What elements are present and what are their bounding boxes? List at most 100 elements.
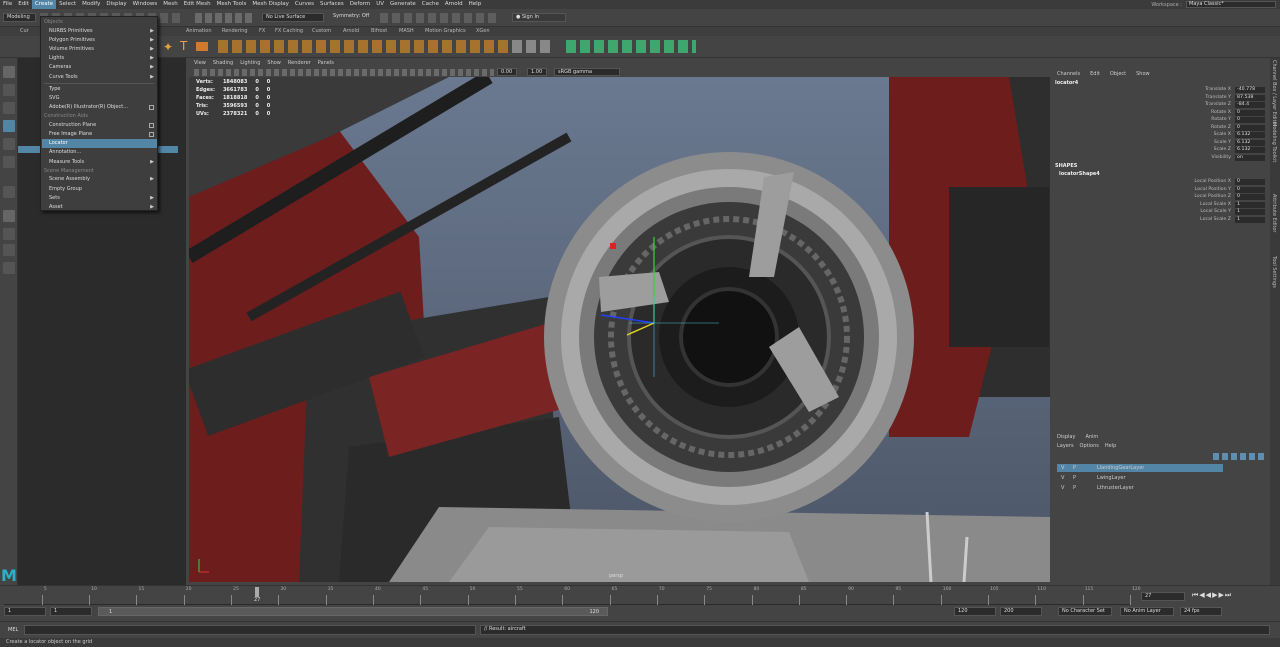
viewport-3d[interactable]: persp (189, 77, 1050, 582)
attribute-name[interactable]: Local Scale Y (1173, 209, 1231, 214)
live-surface-field[interactable]: No Live Surface (262, 13, 324, 22)
layer-tab-display[interactable]: Display (1057, 434, 1075, 440)
attribute-value[interactable]: 6.132 (1235, 147, 1265, 153)
menu-item-annotation[interactable]: Annotation... (42, 148, 157, 157)
layer-visibility-toggle[interactable]: V (1061, 464, 1064, 472)
colorspace-dropdown[interactable]: sRGB gamma (554, 68, 620, 76)
type-icon[interactable]: T (180, 39, 187, 53)
option-box-icon[interactable] (149, 122, 154, 128)
menu-edit-mesh[interactable]: Edit Mesh (181, 0, 214, 9)
shelf-icons-2[interactable] (512, 40, 552, 53)
attribute-name[interactable]: Local Scale X (1173, 202, 1231, 207)
menu-item-svg[interactable]: SVG (42, 94, 157, 103)
attribute-name[interactable]: Local Position X (1173, 179, 1231, 184)
layer-menu-options[interactable]: Options (1080, 443, 1099, 449)
attribute-name[interactable]: Scale X (1173, 132, 1231, 137)
viewport-menu-shading[interactable]: Shading (213, 60, 233, 66)
layer-name[interactable]: LwingLayer (1097, 474, 1126, 482)
shelf-tab-7[interactable]: Arnold (343, 28, 359, 34)
menu-item-construction-plane[interactable]: Construction Plane (42, 121, 157, 130)
snap-icons-group[interactable] (195, 13, 255, 23)
attribute-value[interactable]: 0 (1235, 109, 1265, 116)
layer-playback-toggle[interactable]: P (1073, 484, 1076, 492)
shelf-icons[interactable] (218, 40, 508, 53)
viewport-icons[interactable] (194, 69, 494, 76)
shelf-tab-0[interactable]: Cur (20, 28, 29, 34)
menu-item-scene-assembly[interactable]: Scene Assembly ▶ (42, 175, 157, 184)
layer-playback-toggle[interactable]: P (1073, 464, 1076, 472)
attribute-name[interactable]: Translate X (1173, 87, 1231, 92)
last-tool-icon[interactable] (3, 186, 15, 198)
menu-item-polygon-primitives[interactable]: Polygon Primitives ▶ (42, 36, 157, 45)
channel-menu-object[interactable]: Object (1110, 71, 1126, 77)
menu-mesh-tools[interactable]: Mesh Tools (214, 0, 250, 9)
attribute-value[interactable]: 0 (1235, 179, 1265, 185)
menu-generate[interactable]: Generate (387, 0, 419, 9)
current-frame-marker[interactable] (255, 587, 259, 597)
layer-row[interactable]: V P LlandingGearLayer (1057, 464, 1223, 472)
attribute-value[interactable]: on (1235, 154, 1265, 161)
menu-item-volume-primitives[interactable]: Volume Primitives ▶ (42, 45, 157, 54)
menu-item-locator[interactable]: Locator (42, 139, 157, 149)
mode-dropdown[interactable]: Modeling (3, 13, 36, 22)
menu-item-asset[interactable]: Asset ▶ (42, 203, 157, 212)
viewport-menu-view[interactable]: View (194, 60, 206, 66)
paint-select-tool-icon[interactable] (3, 102, 15, 114)
shelf-tab-10[interactable]: Motion Graphics (425, 28, 466, 34)
anim-layer-dropdown[interactable]: No Anim Layer (1120, 607, 1174, 616)
menu-windows[interactable]: Windows (130, 0, 161, 9)
menu-create[interactable]: Create (31, 0, 57, 9)
viewport-menu-renderer[interactable]: Renderer (288, 60, 311, 66)
workspace-dropdown[interactable]: Maya Classic* (1186, 1, 1276, 8)
menu-curves[interactable]: Curves (292, 0, 317, 9)
outliner-layout-icon[interactable] (3, 262, 15, 274)
layer-name[interactable]: LthrusterLayer (1097, 484, 1134, 492)
menu-item-free-image-plane[interactable]: Free Image Plane (42, 130, 157, 139)
attribute-name[interactable]: Local Position Y (1173, 187, 1231, 192)
side-tab-1[interactable]: Modeling Toolkit (1271, 122, 1277, 162)
shelf-tab-11[interactable]: XGen (476, 28, 490, 34)
fps-dropdown[interactable]: 24 fps (1180, 607, 1222, 616)
playback-controls[interactable]: ⏮◀◀▶▶⏭ (1192, 591, 1267, 601)
current-frame-field[interactable]: 27 (1141, 592, 1185, 601)
channel-menu-edit[interactable]: Edit (1090, 71, 1100, 77)
attribute-value[interactable]: 0 (1235, 194, 1265, 200)
exposure-field[interactable]: 0.00 (497, 68, 517, 76)
attribute-name[interactable]: Rotate Z (1173, 125, 1231, 130)
attribute-value[interactable]: 0 (1235, 124, 1265, 131)
menu-mesh-display[interactable]: Mesh Display (249, 0, 292, 9)
menu-select[interactable]: Select (56, 0, 79, 9)
attribute-name[interactable]: Visibility (1173, 155, 1231, 160)
select-tool-icon[interactable] (3, 66, 15, 78)
shelf-tab-8[interactable]: Bifrost (371, 28, 387, 34)
channel-menu-channels[interactable]: Channels (1057, 71, 1080, 77)
option-box-icon[interactable] (149, 132, 154, 137)
menu-uv[interactable]: UV (373, 0, 387, 9)
attribute-value[interactable]: 6.132 (1235, 139, 1265, 146)
sign-in-button[interactable]: ● Sign In (512, 13, 566, 22)
layer-row[interactable]: V P LthrusterLayer (1057, 484, 1223, 492)
layout-four-icon[interactable] (3, 228, 15, 240)
attribute-name[interactable]: Local Scale Z (1173, 217, 1231, 222)
attribute-value[interactable]: 0 (1235, 186, 1265, 193)
menu-item-type[interactable]: Type (42, 85, 157, 94)
viewport-menu-lighting[interactable]: Lighting (240, 60, 260, 66)
gamma-field[interactable]: 1.00 (527, 68, 547, 76)
attribute-name[interactable]: Rotate Y (1173, 117, 1231, 122)
layer-playback-toggle[interactable]: P (1073, 474, 1076, 482)
menu-item-curve-tools[interactable]: Curve Tools ▶ (42, 73, 157, 82)
menu-arnold[interactable]: Arnold (442, 0, 466, 9)
attribute-name[interactable]: Translate Y (1173, 95, 1231, 100)
menu-item-nurbs-primitives[interactable]: NURBS Primitives ▶ (42, 27, 157, 36)
playback-end-field[interactable]: 120 (954, 607, 996, 616)
layout-single-icon[interactable] (3, 210, 15, 222)
menu-display[interactable]: Display (103, 0, 129, 9)
menu-item-cameras[interactable]: Cameras ▶ (42, 63, 157, 72)
shelf-tab-6[interactable]: Custom (312, 28, 331, 34)
end-frame-field[interactable]: 200 (1000, 607, 1042, 616)
render-icons-group[interactable] (380, 13, 500, 23)
playback-start-field[interactable]: 1 (50, 607, 92, 616)
symmetry-label[interactable]: Symmetry: Off (333, 13, 369, 19)
shelf-tab-2[interactable]: Animation (186, 28, 212, 34)
menu-item-adobe-r-illustrator-r-object[interactable]: Adobe(R) Illustrator(R) Object... (42, 103, 157, 112)
